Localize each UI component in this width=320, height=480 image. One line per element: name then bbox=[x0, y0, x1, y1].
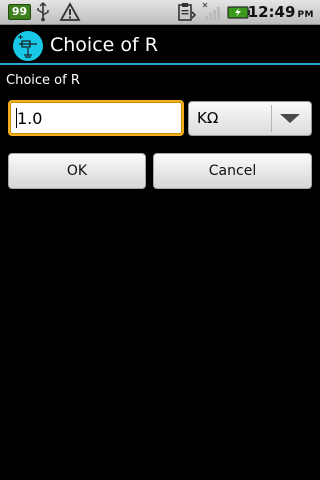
dialog-label: Choice of R bbox=[6, 73, 80, 88]
ok-button[interactable]: OK bbox=[8, 153, 146, 189]
circuit-icon-glyph bbox=[18, 35, 37, 58]
title-bar bbox=[0, 25, 320, 65]
cancel-button[interactable]: Cancel bbox=[153, 153, 312, 189]
warning-icon bbox=[59, 2, 81, 21]
notification-count-badge: 99 bbox=[8, 4, 31, 20]
page-title: Choice of R bbox=[50, 34, 158, 56]
resistance-value-input[interactable] bbox=[8, 100, 184, 136]
dropdown-divider bbox=[271, 105, 272, 132]
clipboard-icon bbox=[178, 3, 196, 21]
unit-selected-value: KΩ bbox=[197, 109, 219, 127]
text-caret bbox=[16, 108, 17, 128]
circuit-icon bbox=[13, 31, 43, 61]
clock-ampm: PM bbox=[297, 10, 314, 20]
status-clock: 12:49 PM bbox=[248, 2, 314, 25]
clock-time: 12:49 bbox=[247, 3, 296, 21]
unit-dropdown[interactable]: KΩ bbox=[188, 101, 312, 136]
chevron-down-icon[interactable] bbox=[280, 114, 300, 123]
status-bar: 99 12:49 PM bbox=[0, 0, 320, 25]
usb-icon bbox=[37, 2, 49, 22]
no-signal-icon bbox=[202, 2, 220, 20]
